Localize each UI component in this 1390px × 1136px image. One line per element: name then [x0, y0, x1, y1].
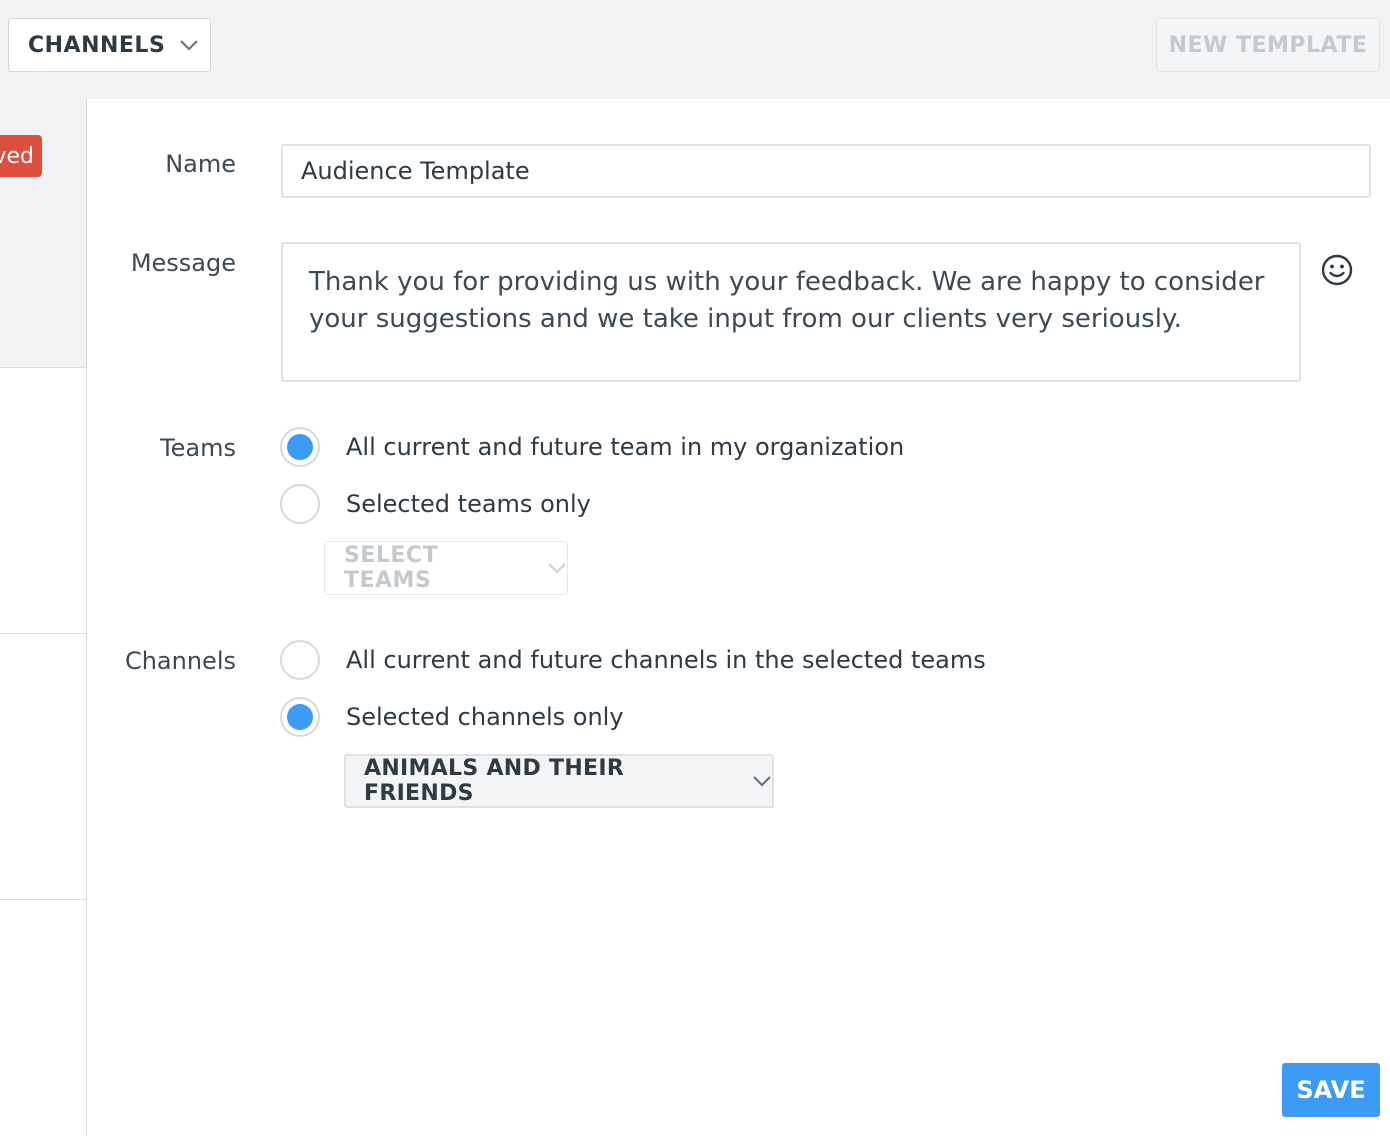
radio-selected-teams-label[interactable]: Selected teams only: [346, 490, 591, 518]
radio-all-teams-label[interactable]: All current and future team in my organi…: [346, 433, 904, 461]
channels-dropdown-label: CHANNELS: [28, 32, 166, 58]
chevron-down-icon: [179, 39, 199, 51]
message-textarea[interactable]: Thank you for providing us with your fee…: [281, 242, 1301, 382]
radio-selected-channels-label[interactable]: Selected channels only: [346, 703, 624, 731]
chevron-down-icon: [752, 775, 772, 787]
template-list-panel: ved: [0, 99, 87, 1136]
status-badge: ved: [0, 135, 42, 177]
name-label: Name: [165, 150, 236, 178]
selected-channel-label: ANIMALS AND THEIR FRIENDS: [364, 756, 625, 806]
radio-all-channels[interactable]: [280, 640, 320, 680]
radio-all-teams[interactable]: [280, 427, 320, 467]
save-button[interactable]: SAVE: [1282, 1063, 1380, 1117]
teams-label: Teams: [160, 434, 236, 462]
list-item[interactable]: [0, 633, 86, 899]
channels-label: Channels: [124, 647, 236, 675]
radio-selected-channels[interactable]: [280, 697, 320, 737]
channels-dropdown[interactable]: CHANNELS: [8, 18, 211, 72]
radio-selected-teams[interactable]: [280, 484, 320, 524]
list-item[interactable]: [0, 899, 86, 1136]
message-label: Message: [130, 249, 236, 277]
select-teams-label: SELECT TEAMS: [344, 543, 439, 593]
chevron-down-icon: [547, 562, 567, 574]
select-teams-dropdown[interactable]: SELECT TEAMS: [324, 541, 568, 595]
list-item[interactable]: [0, 367, 86, 633]
top-bar: CHANNELS NEW TEMPLATE: [0, 0, 1390, 99]
smiley-face-icon[interactable]: [1320, 253, 1354, 287]
new-template-button[interactable]: NEW TEMPLATE: [1156, 18, 1380, 72]
select-channels-dropdown[interactable]: ANIMALS AND THEIR FRIENDS: [344, 754, 774, 808]
radio-all-channels-label[interactable]: All current and future channels in the s…: [346, 646, 986, 674]
name-input[interactable]: [281, 144, 1371, 198]
